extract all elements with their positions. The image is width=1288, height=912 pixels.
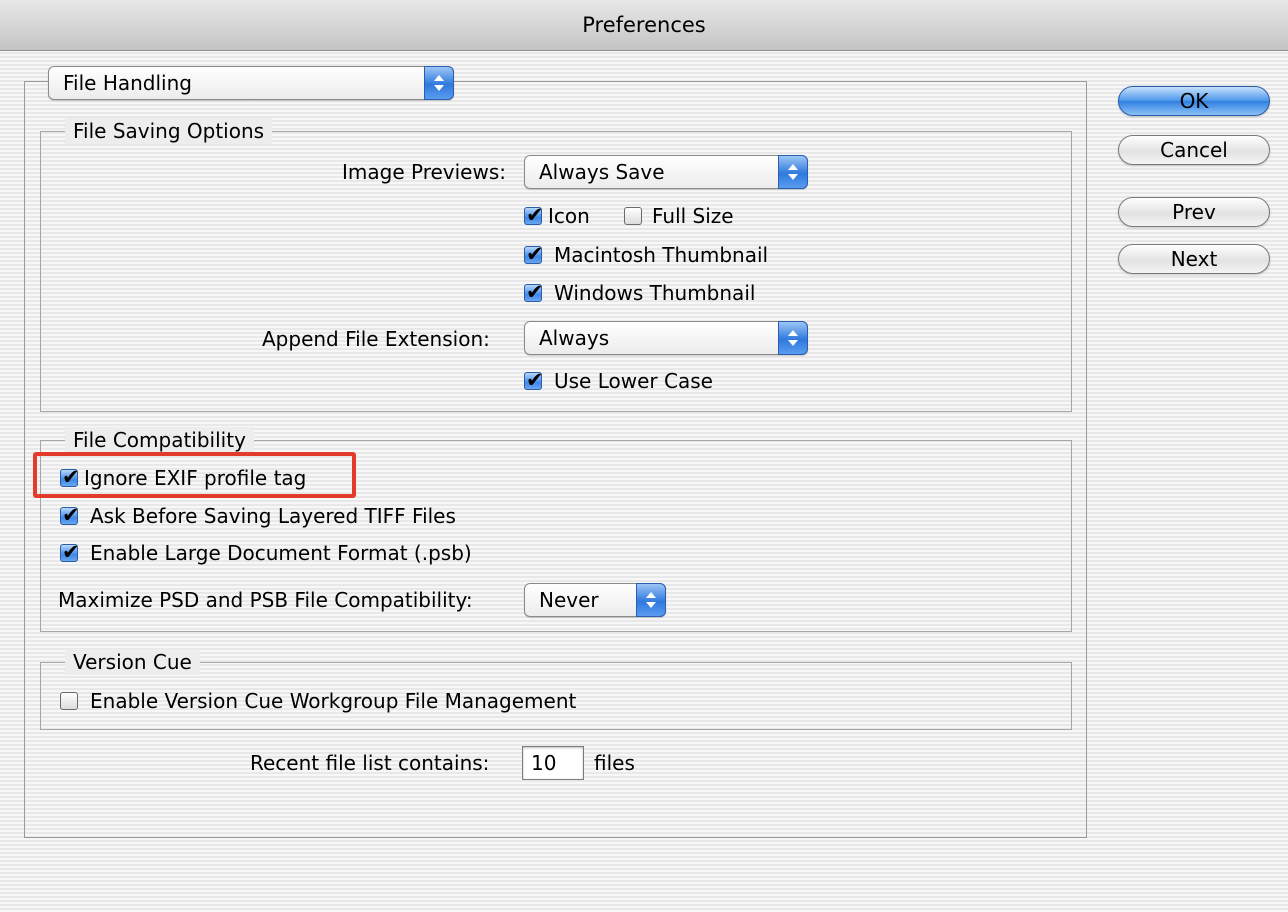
popup-arrows-icon <box>778 155 808 189</box>
category-popup[interactable]: File Handling <box>48 66 454 100</box>
image-previews-popup[interactable]: Always Save <box>524 155 808 189</box>
window-title: Preferences <box>0 0 1288 51</box>
enable-version-cue-label: Enable Version Cue Workgroup File Manage… <box>90 689 577 713</box>
append-file-extension-popup[interactable]: Always <box>524 321 808 355</box>
macintosh-thumbnail-label: Macintosh Thumbnail <box>554 243 769 267</box>
full-size-checkbox-label: Full Size <box>652 204 734 228</box>
recent-files-label: Recent file list contains: <box>250 751 490 775</box>
popup-arrows-icon <box>778 321 808 355</box>
append-file-extension-value: Always <box>539 326 610 350</box>
file-saving-options-title: File Saving Options <box>65 118 273 144</box>
icon-checkbox[interactable] <box>524 202 544 228</box>
category-popup-value: File Handling <box>63 71 192 95</box>
windows-thumbnail-label: Windows Thumbnail <box>554 281 756 305</box>
popup-arrows-icon <box>424 66 454 100</box>
recent-files-count-input[interactable]: 10 <box>522 746 584 780</box>
image-previews-value: Always Save <box>539 160 665 184</box>
append-file-extension-label: Append File Extension: <box>262 327 490 351</box>
maximize-compatibility-value: Never <box>539 588 599 612</box>
image-previews-label: Image Previews: <box>342 160 507 184</box>
highlight-box <box>33 452 356 498</box>
full-size-checkbox[interactable] <box>624 207 642 225</box>
ok-button[interactable]: OK <box>1118 86 1270 116</box>
recent-files-suffix: files <box>594 751 635 775</box>
cancel-button[interactable]: Cancel <box>1118 135 1270 165</box>
use-lower-case-label: Use Lower Case <box>554 369 713 393</box>
file-compatibility-title: File Compatibility <box>65 427 254 453</box>
enable-version-cue-checkbox[interactable] <box>60 692 78 710</box>
windows-thumbnail-checkbox[interactable] <box>524 279 544 305</box>
next-button[interactable]: Next <box>1118 244 1270 274</box>
use-lower-case-checkbox[interactable] <box>524 367 544 393</box>
macintosh-thumbnail-checkbox[interactable] <box>524 241 544 267</box>
version-cue-title: Version Cue <box>65 649 200 675</box>
maximize-compatibility-popup[interactable]: Never <box>524 583 666 617</box>
ask-before-saving-tiff-label: Ask Before Saving Layered TIFF Files <box>90 504 456 528</box>
popup-arrows-icon <box>636 583 666 617</box>
enable-large-document-checkbox[interactable] <box>60 539 80 565</box>
ask-before-saving-tiff-checkbox[interactable] <box>60 502 80 528</box>
maximize-compatibility-label: Maximize PSD and PSB File Compatibility: <box>58 588 473 612</box>
prev-button[interactable]: Prev <box>1118 197 1270 227</box>
preferences-content: File Handling File Saving Options Image … <box>0 51 1288 912</box>
enable-large-document-label: Enable Large Document Format (.psb) <box>90 541 472 565</box>
icon-checkbox-label: Icon <box>548 204 590 228</box>
